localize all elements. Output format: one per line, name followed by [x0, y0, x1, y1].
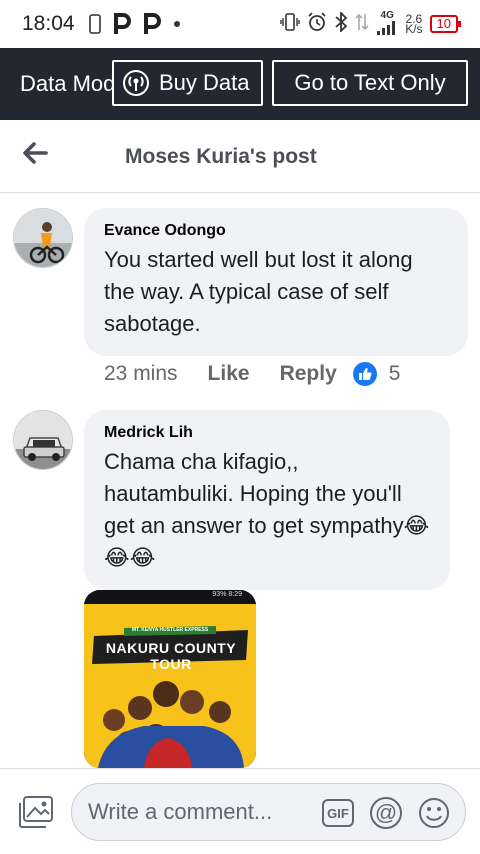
p-app-icon [113, 13, 131, 35]
avatar[interactable] [13, 208, 73, 268]
photo-icon[interactable] [18, 795, 54, 829]
broadcast-icon [122, 69, 150, 97]
comment-text: You started well but lost it along the w… [104, 247, 413, 336]
bluetooth-icon [334, 10, 348, 37]
comment-field[interactable]: GIF @ [71, 783, 466, 841]
avatar[interactable] [13, 410, 73, 470]
comment-input[interactable] [88, 784, 308, 840]
battery-icon: 10 [429, 15, 462, 33]
gif-button[interactable]: GIF [322, 799, 354, 827]
smiley-icon[interactable] [418, 797, 450, 829]
status-bar: 18:04 4G 2.6 K/s 10 [0, 0, 480, 48]
status-time: 18:04 [22, 12, 75, 35]
thumbs-up-icon[interactable] [352, 362, 377, 386]
sim-icon [88, 14, 101, 34]
comment-bubble: Medrick Lih Chama cha kifagio,, hautambu… [84, 410, 450, 590]
reaction-count[interactable]: 5 [389, 362, 401, 386]
text-only-label: Go to Text Only [294, 70, 446, 95]
comment-author[interactable]: Medrick Lih [104, 424, 430, 442]
comment-author[interactable]: Evance Odongo [104, 222, 448, 240]
reply-button[interactable]: Reply [280, 362, 337, 386]
p-app-icon [143, 13, 161, 35]
vibrate-icon [280, 12, 300, 36]
page-title: Moses Kuria's post [125, 145, 317, 168]
battery-level: 10 [436, 16, 451, 31]
mention-button[interactable]: @ [370, 797, 402, 829]
like-button[interactable]: Like [208, 362, 250, 386]
dot-icon [173, 20, 181, 28]
post-header: Moses Kuria's post [0, 120, 480, 193]
text-only-button[interactable]: Go to Text Only [272, 60, 468, 106]
buy-data-label: Buy Data [159, 70, 250, 95]
data-mode-label: Data Mode [20, 71, 120, 96]
comment-time[interactable]: 23 mins [104, 362, 178, 386]
back-arrow-icon[interactable] [20, 138, 50, 168]
comment-attachment-image[interactable]: 93% 8:29 MT. KENYA HUSTLER EXPRESS NAKUR… [84, 590, 256, 768]
comment-text: Chama cha kifagio,, hautambuliki. Hoping… [104, 449, 430, 570]
attachment-status-text: 93% 8:29 [212, 591, 242, 598]
comment-composer: GIF @ [0, 768, 480, 854]
attachment-banner-title: NAKURU COUNTY TOUR [105, 640, 237, 672]
data-mode-bar: Data Mode Buy Data Go to Text Only [0, 48, 480, 120]
network-type: 4G [380, 9, 394, 21]
data-arrows-icon [355, 12, 369, 37]
status-right: 4G 2.6 K/s 10 [280, 0, 462, 48]
comment-actions: 23 mins Like Reply 5 [104, 362, 400, 386]
network-speed: 2.6 K/s [405, 13, 423, 36]
signal-icon: 4G [376, 9, 398, 38]
speed-unit: K/s [405, 22, 423, 36]
alarm-icon [307, 11, 327, 37]
buy-data-button[interactable]: Buy Data [112, 60, 263, 106]
comment-bubble: Evance Odongo You started well but lost … [84, 208, 468, 356]
attachment-banner-small: MT. KENYA HUSTLER EXPRESS [131, 627, 209, 633]
